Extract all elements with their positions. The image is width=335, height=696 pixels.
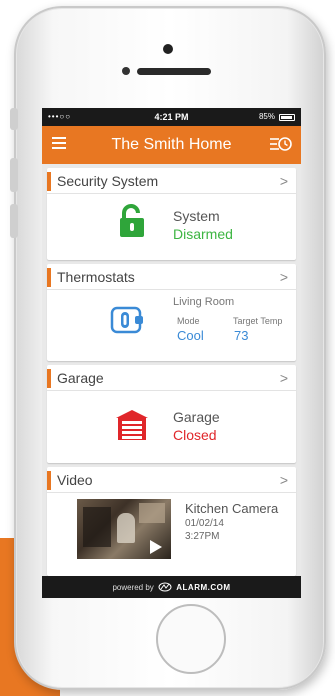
security-card-title: Security System — [57, 173, 159, 189]
accent-bar — [47, 268, 51, 287]
thermostat-icon — [110, 306, 143, 334]
garage-card[interactable]: Garage > Garage Closed — [47, 365, 296, 463]
target-temp-value: 73 — [234, 328, 249, 343]
accent-bar — [47, 172, 51, 191]
earpiece-speaker — [137, 68, 211, 75]
powered-by-footer: powered by ALARM.COM — [42, 576, 301, 598]
volume-up-button — [10, 158, 18, 192]
thumbnail-shadow — [83, 507, 111, 547]
page-title: The Smith Home — [111, 136, 232, 153]
garage-status: Closed — [173, 427, 217, 443]
chevron-right-icon[interactable]: > — [280, 472, 288, 488]
camera-name: Kitchen Camera — [185, 501, 279, 516]
sensor-dot — [122, 67, 130, 75]
video-time: 3:27PM — [185, 531, 220, 542]
security-system-label: System — [173, 208, 220, 224]
accent-bar — [47, 471, 51, 490]
video-date: 01/02/14 — [185, 518, 224, 529]
alarm-logo-icon — [158, 582, 172, 592]
video-card[interactable]: Video > Kitchen Camera 01/02/14 3:27PM — [47, 467, 296, 576]
security-card-body: System Disarmed — [47, 194, 296, 260]
powered-by-text: powered by — [112, 583, 154, 592]
thermostats-card[interactable]: Thermostats > Living Room Mode Target Te… — [47, 264, 296, 361]
thermostats-card-header[interactable]: Thermostats > — [47, 264, 296, 290]
thermostat-location: Living Room — [173, 296, 235, 308]
front-camera — [163, 44, 173, 54]
thermostats-card-title: Thermostats — [57, 269, 135, 285]
dashboard-content: Security System > System Disarmed Thermo… — [42, 164, 301, 576]
app-screen: •••○○ 4:21 PM 85% The Smith Home Securit… — [42, 108, 301, 598]
history-icon[interactable] — [269, 135, 293, 153]
mode-value: Cool — [177, 328, 204, 343]
thumbnail-figure — [117, 513, 135, 543]
status-bar: •••○○ 4:21 PM 85% — [42, 108, 301, 126]
thermostats-card-body: Living Room Mode Target Temp Cool 73 — [47, 290, 296, 361]
garage-label: Garage — [173, 409, 220, 425]
accent-bar — [47, 369, 51, 388]
target-temp-label: Target Temp — [233, 316, 283, 326]
garage-card-title: Garage — [57, 370, 104, 386]
mode-label: Mode — [177, 316, 200, 326]
battery-percent: 85% — [258, 112, 275, 121]
video-card-body: Kitchen Camera 01/02/14 3:27PM — [47, 493, 296, 576]
unlocked-padlock-icon — [120, 204, 144, 237]
battery-icon — [279, 114, 295, 121]
video-card-header[interactable]: Video > — [47, 467, 296, 493]
chevron-right-icon[interactable]: > — [280, 370, 288, 386]
chevron-right-icon[interactable]: > — [280, 173, 288, 189]
garage-card-header[interactable]: Garage > — [47, 365, 296, 391]
app-header: The Smith Home — [42, 126, 301, 164]
home-button[interactable] — [156, 604, 226, 674]
garage-card-body: Garage Closed — [47, 391, 296, 463]
camera-thumbnail[interactable] — [77, 499, 171, 559]
garage-door-icon — [116, 410, 148, 440]
volume-down-button — [10, 204, 18, 238]
play-icon[interactable] — [147, 539, 163, 555]
brand-name: ALARM.COM — [176, 583, 231, 592]
thumbnail-cabinet — [139, 503, 165, 523]
security-status: Disarmed — [173, 226, 233, 242]
security-card-header[interactable]: Security System > — [47, 168, 296, 194]
security-card[interactable]: Security System > System Disarmed — [47, 168, 296, 260]
video-card-title: Video — [57, 472, 93, 488]
chevron-right-icon[interactable]: > — [280, 269, 288, 285]
mute-switch — [10, 108, 18, 130]
